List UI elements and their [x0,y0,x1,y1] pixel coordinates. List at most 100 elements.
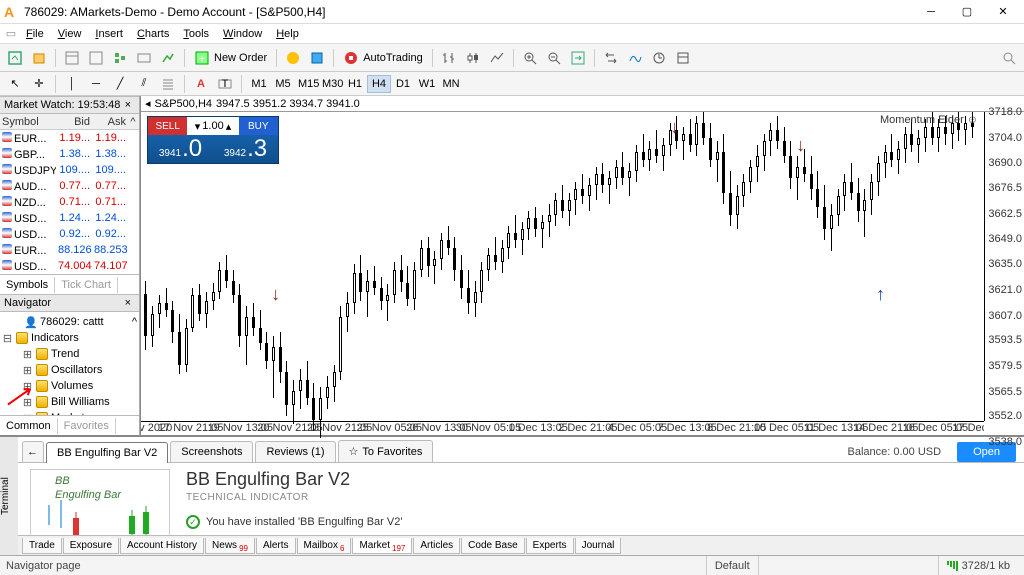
vertical-line-icon[interactable]: │ [61,73,83,95]
candlestick-icon[interactable] [462,47,484,69]
market-watch-close-icon[interactable]: × [121,99,135,111]
market-watch-row[interactable]: EUR... 88.126 88.253 [0,242,139,258]
periodicity-icon[interactable] [648,47,670,69]
fibonacci-icon[interactable] [157,73,179,95]
indicators-icon[interactable] [624,47,646,69]
scroll-up-icon[interactable]: ^ [132,316,137,328]
expand-icon[interactable]: ⊞ [22,348,33,361]
timeframe-W1[interactable]: W1 [415,75,439,93]
chevron-up-icon[interactable]: ▴ [226,120,232,133]
market-watch-row[interactable]: NZD... 0.71... 0.71... [0,194,139,210]
profiles-icon[interactable] [28,47,50,69]
terminal-tab-experts[interactable]: Experts [526,538,574,554]
market-watch-row[interactable]: EUR... 1.19... 1.19... [0,130,139,146]
timeframe-M30[interactable]: M30 [319,75,343,93]
bar-chart-icon[interactable] [438,47,460,69]
chevron-left-icon[interactable]: ◂ [145,97,151,110]
terminal-tab-account-history[interactable]: Account History [120,538,204,554]
nav-item-market[interactable]: ⊟ Market [2,410,137,415]
market-watch-row[interactable]: USD... 0.92... 0.92... [0,226,139,242]
timeframe-M1[interactable]: M1 [247,75,271,93]
menu-tools[interactable]: Tools [177,26,215,42]
nav-item-oscillators[interactable]: ⊞ Oscillators [2,362,137,378]
tab-reviews[interactable]: Reviews (1) [255,441,335,462]
crosshair-icon[interactable]: ✛ [28,73,50,95]
channel-icon[interactable]: ⫽ [133,73,155,95]
metaquotes-icon[interactable] [282,47,304,69]
expand-icon[interactable]: ⊞ [22,364,33,377]
scroll-up-icon[interactable]: ^ [128,116,138,128]
terminal-tab-alerts[interactable]: Alerts [256,538,296,554]
new-order-button[interactable]: +New Order [190,47,271,69]
buy-button[interactable]: BUY [239,117,278,135]
menu-file[interactable]: File [20,26,50,42]
terminal-tab-code-base[interactable]: Code Base [461,538,524,554]
cursor-icon[interactable]: ↖ [4,73,26,95]
minimize-button[interactable]: ─ [914,2,948,22]
chart-canvas[interactable]: ↓↓↓↑ SELL ▾1.00▴ BUY 3941.0 3942.3 Momen… [141,112,1024,435]
sell-button[interactable]: SELL [148,117,187,135]
menu-help[interactable]: Help [270,26,305,42]
auto-scroll-icon[interactable] [567,47,589,69]
expert-advisors-icon[interactable] [306,47,328,69]
market-watch-row[interactable]: USD... 74.004 74.107 [0,258,139,274]
timeframe-H1[interactable]: H1 [343,75,367,93]
menu-window[interactable]: Window [217,26,268,42]
nav-item-trend[interactable]: ⊞ Trend [2,346,137,362]
text-icon[interactable]: A [190,73,212,95]
tab-to-favorites[interactable]: ☆To Favorites [338,440,434,462]
menu-insert[interactable]: Insert [89,26,129,42]
volume-input[interactable]: ▾1.00▴ [187,117,238,135]
expand-icon[interactable]: ⊟ [22,412,33,416]
search-icon[interactable] [998,47,1020,69]
menu-charts[interactable]: Charts [131,26,175,42]
navigator-icon[interactable] [109,47,131,69]
collapse-icon[interactable]: ⊟ [2,332,13,345]
tab-screenshots[interactable]: Screenshots [170,441,253,462]
terminal-icon[interactable] [133,47,155,69]
market-watch-row[interactable]: USDJPY 109.... 109.... [0,162,139,178]
strategy-tester-icon[interactable] [157,47,179,69]
data-window-icon[interactable] [85,47,107,69]
new-chart-icon[interactable] [4,47,26,69]
close-button[interactable]: ✕ [986,2,1020,22]
market-watch-row[interactable]: USD... 1.24... 1.24... [0,210,139,226]
nav-indicators[interactable]: ⊟Indicators [2,330,137,346]
market-watch-row[interactable]: AUD... 0.77... 0.77... [0,178,139,194]
market-watch-icon[interactable] [61,47,83,69]
chart-shift-icon[interactable] [600,47,622,69]
terminal-tab-mailbox[interactable]: Mailbox6 [297,538,352,554]
maximize-button[interactable]: ▢ [950,2,984,22]
menu-view[interactable]: View [52,26,88,42]
line-chart-icon[interactable] [486,47,508,69]
terminal-tab-market[interactable]: Market197 [352,538,412,554]
terminal-tab-news[interactable]: News99 [205,538,255,554]
trendline-icon[interactable]: ╱ [109,73,131,95]
templates-icon[interactable] [672,47,694,69]
timeframe-H4[interactable]: H4 [367,75,391,93]
market-watch-row[interactable]: GBP... 1.38... 1.38... [0,146,139,162]
terminal-tab-articles[interactable]: Articles [413,538,460,554]
timeframe-M5[interactable]: M5 [271,75,295,93]
autotrading-button[interactable]: AutoTrading [339,47,427,69]
terminal-tab-trade[interactable]: Trade [22,538,62,554]
timeframe-M15[interactable]: M15 [295,75,319,93]
timeframe-D1[interactable]: D1 [391,75,415,93]
text-label-icon[interactable]: T [214,73,236,95]
timeframe-MN[interactable]: MN [439,75,463,93]
doc-restore-icon[interactable]: ▭ [4,27,18,41]
terminal-tab-exposure[interactable]: Exposure [63,538,119,554]
back-button[interactable]: ← [22,441,44,462]
tab-product[interactable]: BB Engulfing Bar V2 [46,442,168,463]
tab-symbols[interactable]: Symbols [0,277,55,293]
zoom-out-icon[interactable] [543,47,565,69]
tab-favorites[interactable]: Favorites [58,418,116,434]
tab-tick-chart[interactable]: Tick Chart [55,277,118,293]
horizontal-line-icon[interactable]: ─ [85,73,107,95]
navigator-close-icon[interactable]: × [121,297,135,309]
zoom-in-icon[interactable] [519,47,541,69]
tab-common[interactable]: Common [0,418,58,434]
chevron-down-icon[interactable]: ▾ [195,120,201,133]
nav-account[interactable]: 👤786029: cattt^ [2,314,137,330]
terminal-tab-journal[interactable]: Journal [575,538,622,554]
